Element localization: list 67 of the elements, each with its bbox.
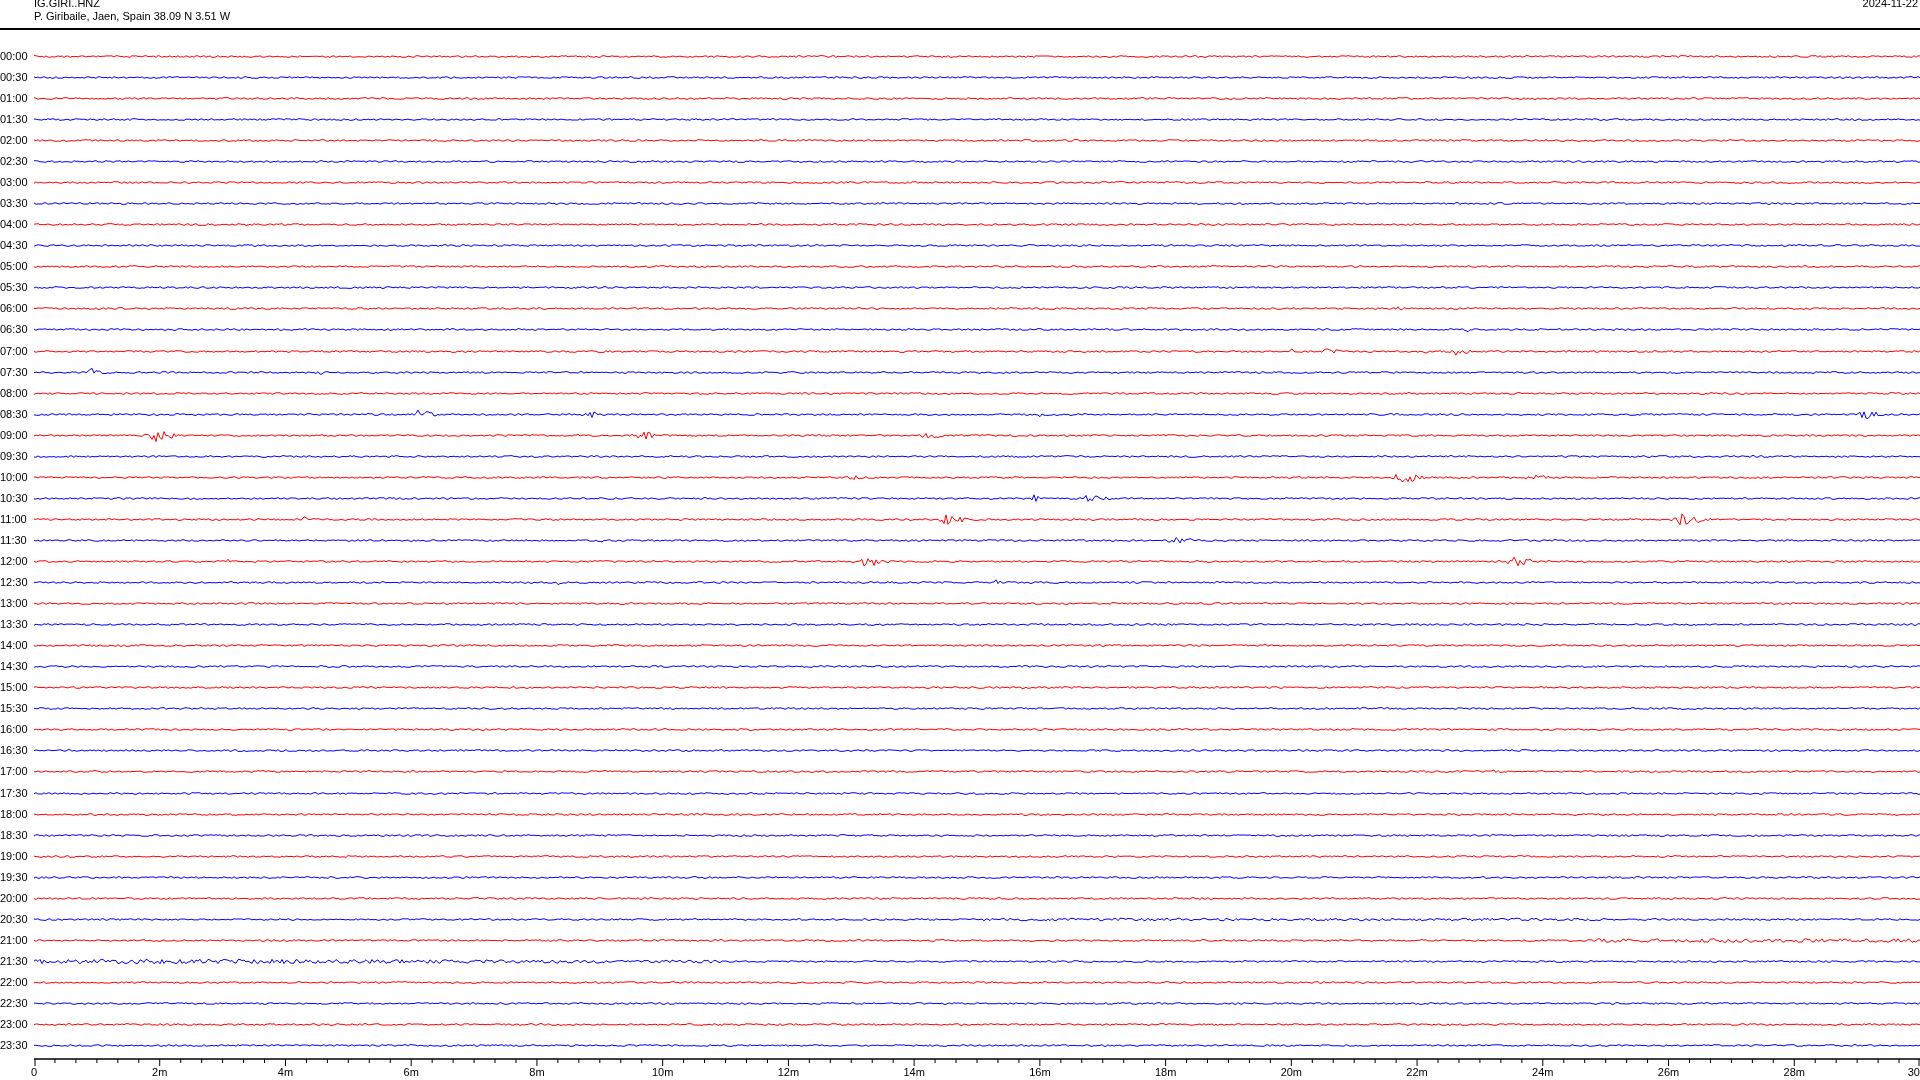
trace-time-label: 21:30 (0, 954, 29, 968)
trace-time-label: 07:00 (0, 344, 29, 358)
axis-tick-label: 16m (1029, 1066, 1051, 1080)
trace-time-label: 14:00 (0, 639, 29, 653)
axis-tick-label: 2m (152, 1066, 168, 1080)
station-code: IG.GIRI..HNZ (34, 0, 101, 10)
trace-time-label: 15:30 (0, 702, 29, 716)
trace-time-label: 23:00 (0, 1018, 29, 1032)
axis-tick-label: 22m (1406, 1066, 1428, 1080)
axis-tick-label: 8m (529, 1066, 545, 1080)
trace-time-label: 00:30 (0, 70, 29, 84)
trace-time-label: 17:00 (0, 765, 29, 779)
trace-time-label: 04:00 (0, 218, 29, 232)
trace-time-label: 11:00 (0, 512, 28, 526)
trace-time-label: 00:00 (0, 49, 29, 63)
axis-tick-label: 4m (277, 1066, 294, 1080)
axis-tick-label: 10m (651, 1066, 674, 1080)
trace-time-label: 18:30 (0, 828, 29, 842)
axis-tick-label: 6m (403, 1066, 419, 1080)
axis-tick-label: 30 (1907, 1066, 1920, 1080)
axis-tick-label: 28m (1783, 1066, 1805, 1080)
trace-time-label: 11:30 (0, 533, 28, 547)
trace-time-label: 05:00 (0, 260, 29, 274)
trace-time-label: 20:00 (0, 891, 29, 905)
trace-time-label: 19:00 (0, 849, 29, 863)
trace-time-label: 09:00 (0, 428, 29, 442)
trace-time-label: 02:00 (0, 134, 29, 148)
trace-time-label: 05:30 (0, 281, 29, 295)
trace-time-label: 13:00 (0, 597, 29, 611)
trace-time-label: 16:30 (0, 744, 29, 758)
axis-tick-label: 18m (1154, 1066, 1177, 1080)
trace-time-label: 12:00 (0, 555, 29, 568)
trace-time-label: 16:00 (0, 723, 29, 737)
trace-time-label: 04:30 (0, 239, 29, 253)
trace-time-label: 18:00 (0, 807, 29, 821)
trace-time-label: 12:30 (0, 576, 29, 590)
trace-time-label: 17:30 (0, 786, 29, 800)
trace-time-label: 21:00 (0, 933, 29, 947)
axis-tick-label: 26m (1657, 1066, 1680, 1080)
trace-time-label: 06:30 (0, 323, 29, 337)
trace-time-label: 02:30 (0, 155, 29, 169)
axis-tick-label: 12m (777, 1066, 800, 1080)
trace-time-label: 10:00 (0, 470, 29, 484)
trace-time-label: 08:30 (0, 407, 29, 421)
trace-time-label: 08:00 (0, 386, 29, 400)
trace-time-label: 22:00 (0, 975, 29, 989)
station-location: P. Giribaile, Jaen, Spain 38.09 N 3.51 W (34, 10, 231, 23)
trace-time-label: 13:30 (0, 618, 29, 632)
trace-time-label: 07:30 (0, 365, 29, 379)
trace-time-label: 09:30 (0, 449, 29, 463)
trace-time-label: 19:30 (0, 870, 29, 884)
trace-time-label: 15:00 (0, 681, 29, 695)
trace-time-label: 20:30 (0, 912, 29, 926)
date-label: 2024-11-22 (1862, 0, 1918, 11)
axis-tick-label: 24m (1532, 1066, 1554, 1080)
axis-tick-label: 20m (1280, 1066, 1303, 1080)
trace-time-label: 10:30 (0, 491, 29, 505)
trace-time-label: 03:30 (0, 197, 29, 211)
trace-time-label: 03:00 (0, 176, 29, 190)
trace-time-label: 14:30 (0, 660, 29, 674)
trace-time-label: 23:30 (0, 1039, 29, 1053)
trace-time-label: 06:00 (0, 302, 29, 316)
trace-time-label: 22:30 (0, 997, 29, 1010)
axis-tick-label: 0 (30, 1066, 38, 1080)
axis-tick-label: 14m (903, 1066, 925, 1080)
trace-time-label: 01:30 (0, 113, 29, 126)
trace-time-label: 01:00 (0, 91, 29, 105)
